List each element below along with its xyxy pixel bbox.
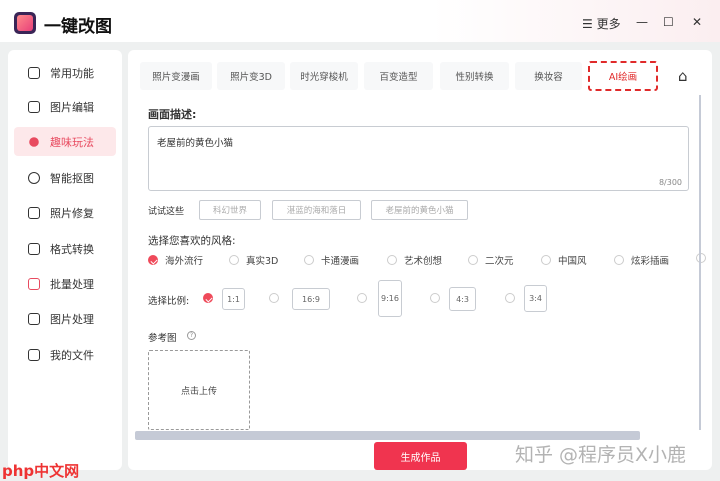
description-label: 画面描述: [148, 108, 197, 121]
menu-icon: ☰ [582, 17, 597, 31]
suggestion-chip[interactable]: 科幻世界 [199, 200, 261, 220]
file-icon [28, 348, 40, 361]
style-option[interactable]: 炫彩插画 [614, 253, 669, 267]
home-icon[interactable]: ⌂ [678, 67, 688, 85]
watermark-zhihu: 知乎 @程序员X小鹿 [515, 444, 687, 466]
radio-icon [357, 293, 367, 303]
sidebar-item-image-process[interactable]: 图片处理 [14, 304, 116, 333]
ratio-radio[interactable] [203, 293, 220, 303]
repair-icon [28, 206, 40, 219]
tab-time-travel[interactable]: 时光穿梭机 [290, 62, 358, 90]
sidebar-item-convert[interactable]: 格式转换 [14, 234, 116, 263]
help-icon[interactable]: ? [187, 331, 196, 340]
ratio-option[interactable]: 3:4 [524, 285, 547, 312]
tab-styling[interactable]: 百变造型 [364, 62, 433, 90]
horizontal-scrollbar[interactable] [135, 431, 640, 440]
ratio-option[interactable]: 1:1 [222, 288, 245, 310]
main-panel: 照片变漫画 照片变3D 时光穿梭机 百变造型 性别转换 换妆容 AI绘画 ⌂ 画… [128, 50, 712, 470]
style-label: 选择您喜欢的风格: [148, 235, 236, 247]
try-these-label: 试试这些 [148, 207, 185, 217]
sidebar-item-fun[interactable]: 趣味玩法 [14, 127, 116, 156]
tab-photo-to-comic[interactable]: 照片变漫画 [140, 62, 212, 90]
style-option[interactable]: 卡通漫画 [304, 253, 359, 267]
watermark-php: php中文网 [2, 462, 80, 480]
sidebar-item-batch[interactable]: 批量处理 [14, 269, 116, 298]
ratio-label: 选择比例: [148, 296, 190, 307]
radio-icon [304, 255, 314, 265]
radio-icon [468, 255, 478, 265]
more-menu-button[interactable]: ☰ 更多 [582, 15, 621, 32]
close-button[interactable]: ✕ [692, 15, 702, 29]
maximize-button[interactable]: ☐ [663, 15, 674, 29]
radio-icon [696, 253, 706, 263]
style-option[interactable]: 中国风 [541, 253, 587, 267]
edit-icon [28, 100, 40, 113]
radio-icon [430, 293, 440, 303]
radio-checked-icon [203, 293, 213, 303]
style-option[interactable]: 二次元 [468, 253, 514, 267]
radio-icon [269, 293, 279, 303]
ratio-radio[interactable] [357, 293, 374, 303]
magic-icon [29, 136, 39, 147]
description-input[interactable]: 老屋前的黄色小猫 8/300 [148, 126, 689, 191]
style-option[interactable]: 海外流行 [148, 253, 203, 267]
reference-label: 参考图 [148, 333, 177, 344]
ratio-option[interactable]: 4:3 [449, 287, 476, 311]
minimize-button[interactable]: — [636, 15, 648, 29]
style-option[interactable]: 艺术创想 [387, 253, 442, 267]
radio-icon [614, 255, 624, 265]
radio-icon [387, 255, 397, 265]
tab-photo-to-3d[interactable]: 照片变3D [217, 62, 285, 90]
tab-ai-painting[interactable]: AI绘画 [588, 61, 658, 91]
sidebar-item-files[interactable]: 我的文件 [14, 340, 116, 369]
upload-area[interactable]: 点击上传 [148, 350, 250, 430]
ratio-option[interactable]: 9:16 [378, 280, 402, 317]
char-count: 8/300 [658, 178, 682, 187]
radio-icon [505, 293, 515, 303]
vertical-scrollbar[interactable] [699, 95, 701, 430]
ratio-radio[interactable] [269, 293, 286, 303]
title-bar: 一键改图 ☰ 更多 — ☐ ✕ [0, 0, 720, 42]
suggestion-chip[interactable]: 湛蓝的海和落日 [272, 200, 361, 220]
radio-icon [229, 255, 239, 265]
radio-icon [541, 255, 551, 265]
radio-checked-icon [148, 255, 158, 265]
ratio-option[interactable]: 16:9 [292, 288, 330, 310]
generate-button[interactable]: 生成作品 [374, 442, 467, 470]
convert-icon [28, 242, 40, 255]
layers-icon [28, 277, 40, 290]
tab-makeup[interactable]: 换妆容 [515, 62, 582, 90]
cutout-icon [28, 171, 40, 184]
ratio-radio[interactable] [430, 293, 447, 303]
image-icon [28, 312, 40, 325]
suggestion-chip[interactable]: 老屋前的黄色小猫 [371, 200, 468, 220]
tab-gender-swap[interactable]: 性别转换 [440, 62, 509, 90]
app-logo [14, 12, 36, 34]
apps-icon [28, 66, 40, 79]
style-option[interactable]: 真实3D [229, 253, 278, 267]
app-title: 一键改图 [44, 17, 112, 37]
sidebar-item-common[interactable]: 常用功能 [14, 58, 116, 87]
sidebar-item-repair[interactable]: 照片修复 [14, 198, 116, 227]
sidebar-item-cutout[interactable]: 智能抠图 [14, 163, 116, 192]
sidebar-item-edit[interactable]: 图片编辑 [14, 92, 116, 121]
sidebar: 常用功能 图片编辑 趣味玩法 智能抠图 照片修复 格式转换 批量处理 图片处理 … [8, 50, 122, 470]
ratio-radio[interactable] [505, 293, 522, 303]
